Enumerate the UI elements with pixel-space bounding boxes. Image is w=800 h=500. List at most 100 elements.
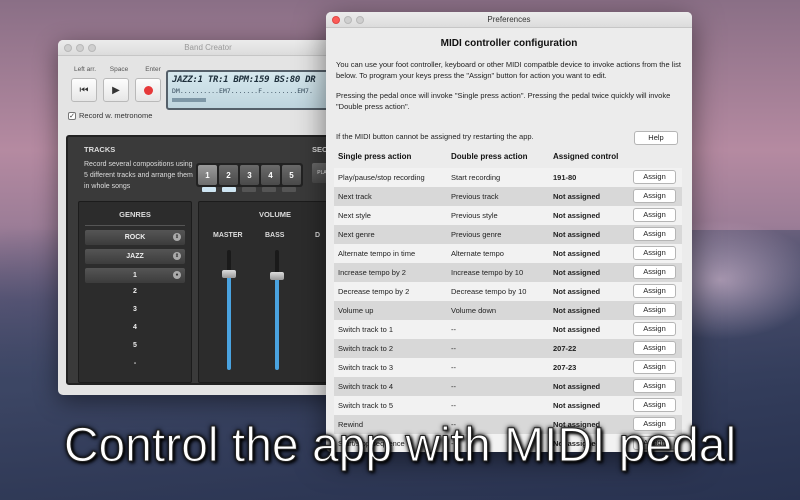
track-button-4[interactable]: 4 [261,165,280,185]
slider-thumb[interactable] [270,272,284,281]
assign-button[interactable]: Assign [633,341,676,355]
zoom-button[interactable] [88,44,96,52]
assign-button[interactable]: Assign [633,227,676,241]
press-explanation-text: Pressing the pedal once will invoke "Sin… [336,91,671,111]
assigned-control: Not assigned [553,325,601,334]
single-press-action: Decrease tempo by 2 [338,287,410,296]
window-controls [332,16,364,24]
assign-button[interactable]: Assign [633,246,676,260]
assigned-control: 207-22 [553,344,577,353]
assign-button[interactable]: Assign [633,322,676,336]
single-press-action: Switch track to 4 [338,382,394,391]
column-double-press: Double press action [451,152,528,161]
close-button[interactable] [64,44,72,52]
double-press-action: -- [451,382,456,391]
label-left-arrow: Left arr. [73,66,97,73]
double-press-action: Volume down [451,306,497,315]
track-button-5[interactable]: 5 [282,165,301,185]
assign-button[interactable]: Assign [633,170,676,184]
track-indicator-2 [222,187,236,192]
record-button[interactable] [135,78,161,102]
play-button[interactable]: ▶ [103,78,129,102]
window-title: Preferences [487,15,531,24]
column-assigned-control: Assigned control [553,152,619,161]
genre-label: JAZZ [126,253,144,260]
double-press-action: Previous track [451,192,499,201]
channel-drums-label: D [315,232,321,239]
double-press-action: -- [451,401,456,410]
assigned-control: Not assigned [553,306,601,315]
band-creator-window: Band Creator Left arr. Space Enter ⏮ ▶ J… [58,40,358,395]
style-item-4[interactable]: 4 [79,319,191,337]
stepper-icon: ⇕ [173,252,181,260]
toolbar-labels: Left arr. Space Enter [68,66,170,73]
single-press-action: Next genre [338,230,375,239]
track-selector: 1 2 3 4 5 [196,163,303,187]
genres-title: GENRES [119,210,151,219]
rewind-button[interactable]: ⏮ [71,78,97,102]
genre-rock-select[interactable]: ROCK ⇕ [85,230,185,245]
style-item-1[interactable]: 1 ● [85,268,185,283]
minimize-button[interactable] [76,44,84,52]
slider-fill [275,276,279,370]
assign-button[interactable]: Assign [633,303,676,317]
assign-button[interactable]: Assign [633,208,676,222]
midi-mapping-table: Play/pause/stop recording Start recording… [334,168,682,452]
track-button-3[interactable]: 3 [240,165,259,185]
assign-button[interactable]: Assign [633,284,676,298]
record-icon [143,85,153,95]
genre-label: ROCK [124,234,146,241]
close-button[interactable] [332,16,340,24]
double-press-action: Previous genre [451,230,502,239]
checkbox-checked-icon[interactable]: ✓ [68,111,76,120]
assigned-control: Not assigned [553,382,601,391]
table-row: Next style Previous style Not assigned Assi… [334,206,682,225]
minimize-button[interactable] [344,16,352,24]
track-button-1[interactable]: 1 [198,165,217,185]
label-space: Space [109,66,129,73]
single-press-action: Alternate tempo in time [338,249,416,258]
double-press-action: Decrease tempo by 10 [451,287,527,296]
stepper-icon: ⇕ [173,233,181,241]
style-item-empty[interactable]: - [79,355,191,373]
promo-caption: Control the app with MIDI pedal [63,419,737,473]
zoom-button[interactable] [356,16,364,24]
assign-button[interactable]: Assign [633,379,676,393]
mixer-panel: TRACKS Record several compositions using… [66,135,354,385]
preferences-titlebar: Preferences [326,12,692,28]
assign-button[interactable]: Assign [633,360,676,374]
column-single-press: Single press action [338,152,412,161]
assign-button[interactable]: Assign [633,265,676,279]
preferences-window: Preferences MIDI controller configuratio… [326,12,692,452]
window-title: Band Creator [184,43,232,52]
single-press-action: Switch track to 1 [338,325,394,334]
slider-fill [227,274,231,370]
assigned-control: Not assigned [553,287,601,296]
track-indicator-4 [262,187,276,192]
table-row: Switch track to 1 -- Not assigned Assign [334,320,682,339]
double-press-action: Increase tempo by 10 [451,268,524,277]
style-item-3[interactable]: 3 [79,301,191,319]
metronome-option[interactable]: ✓ Record w. metronome [68,111,152,120]
skip-back-icon: ⏮ [79,84,89,96]
style-item-5[interactable]: 5 [79,337,191,355]
help-button[interactable]: Help [634,131,678,145]
bass-volume-slider[interactable] [270,250,284,370]
style-item-2[interactable]: 2 [79,283,191,301]
single-press-action: Increase tempo by 2 [338,268,406,277]
tracks-description: Record several compositions using 5 diff… [84,161,193,190]
selected-icon: ● [173,271,181,279]
slider-thumb[interactable] [222,270,236,278]
assigned-control: Not assigned [553,401,601,410]
assign-button[interactable]: Assign [633,189,676,203]
single-press-action: Switch track to 2 [338,344,394,353]
double-press-action: Alternate tempo [451,249,504,258]
assign-button[interactable]: Assign [633,398,676,412]
genre-jazz-select[interactable]: JAZZ ⇕ [85,249,185,264]
channel-bass-label: BASS [265,232,285,239]
table-row: Volume up Volume down Not assigned Assign [334,301,682,320]
track-button-2[interactable]: 2 [219,165,238,185]
table-row: Alternate tempo in time Alternate tempo No… [334,244,682,263]
tracks-label: TRACKS [84,145,116,154]
master-volume-slider[interactable] [222,250,236,370]
